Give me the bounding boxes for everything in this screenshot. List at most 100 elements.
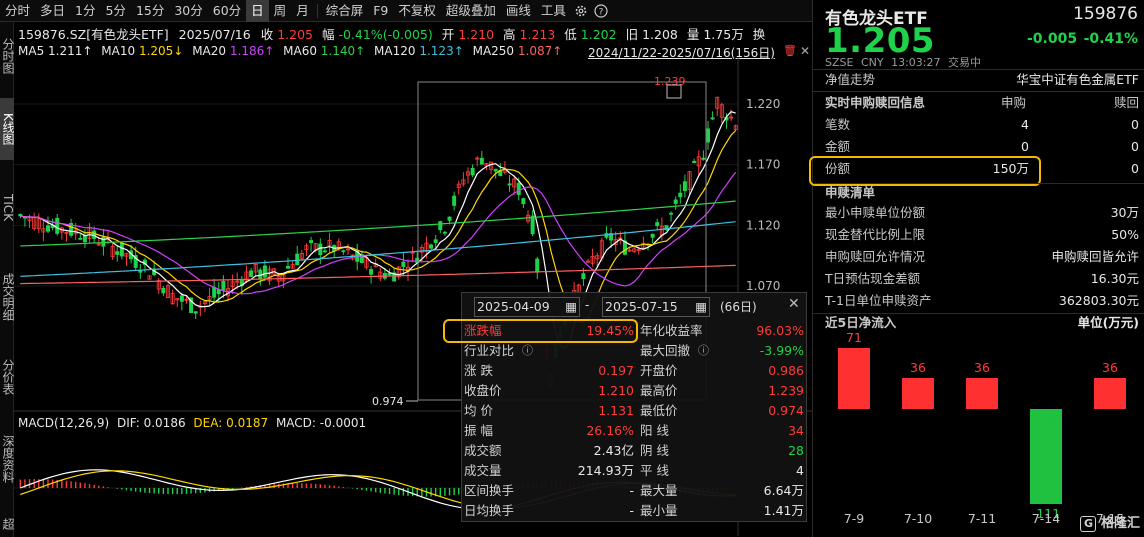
trading-status: 交易中 xyxy=(948,56,981,69)
dif-label: DIF: xyxy=(116,416,140,430)
row-value: 16.30元 xyxy=(1090,271,1139,286)
period-tab-30min[interactable]: 30分 xyxy=(169,0,207,22)
candle-body xyxy=(669,212,674,215)
nav-label: 净值走势 xyxy=(825,72,876,87)
stat-value: -3.99% xyxy=(759,343,804,358)
date-from-value: 2025-04-09 xyxy=(477,299,550,314)
period-tab-month[interactable]: 月 xyxy=(291,0,314,22)
redeem-value: 0 xyxy=(1131,139,1139,154)
stat-label: 最低价 xyxy=(640,403,678,418)
candle-body xyxy=(692,160,697,164)
stat-label: 日均换手 xyxy=(464,503,515,518)
calendar-icon[interactable]: ▦ xyxy=(565,298,577,316)
row-label: 最小申赎单位份额 xyxy=(825,205,926,220)
candle-body xyxy=(429,244,434,249)
candle-body xyxy=(78,237,83,240)
info-circle-icon[interactable]: ⓘ xyxy=(522,341,533,361)
close-icon[interactable]: ✕ xyxy=(800,44,810,58)
period-tab-duori[interactable]: 多日 xyxy=(35,0,70,22)
close-value: 1.205 xyxy=(277,27,313,42)
popup-stat-row: 成交额 2.43亿 xyxy=(464,441,634,461)
redeem-value: 0 xyxy=(1131,161,1139,176)
popup-stat-row: 均 价 1.131 xyxy=(464,401,634,421)
info-circle-icon[interactable]: ⓘ xyxy=(698,341,709,361)
redemption-list-row: T日预估现金差额 16.30元 xyxy=(813,268,1144,290)
candle-body xyxy=(521,198,526,205)
prev-label: 旧 xyxy=(625,27,639,42)
left-deep-data-tab[interactable]: 深度资料 xyxy=(0,420,15,498)
stat-value: 1.239 xyxy=(768,383,804,398)
stock-quote-line: 159876.SZ[有色龙头ETF] 2025/07/16 收 1.205 幅 … xyxy=(18,24,765,43)
high-value: 1.213 xyxy=(519,27,556,42)
popup-stat-row: 区间换手 - xyxy=(464,481,634,501)
popup-stat-row: 最低价 0.974 xyxy=(640,401,806,421)
period-tab-15min[interactable]: 15分 xyxy=(131,0,169,22)
popup-stat-row: 最大回撤 -3.99% ⓘ xyxy=(640,341,806,361)
popup-stat-row: 行业对比 ⓘ xyxy=(464,341,634,361)
help-icon[interactable]: ? xyxy=(591,0,611,22)
left-kline-tab[interactable]: K线图 xyxy=(0,98,15,160)
nav-trend-row[interactable]: 净值走势 华宝中证有色金属ETF xyxy=(813,69,1144,91)
toolbar-super-overlay-button[interactable]: 超级叠加 xyxy=(441,0,501,22)
dea-value: 0.0187 xyxy=(226,416,269,430)
delete-icon[interactable]: 🗑 xyxy=(783,44,797,58)
ma60-value: 1.140↑ xyxy=(320,44,366,58)
candle-body xyxy=(516,182,521,195)
toolbar-f9-button[interactable]: F9 xyxy=(368,0,393,22)
left-price-table-tab[interactable]: 分价表 xyxy=(0,348,15,406)
period-tab-1min[interactable]: 1分 xyxy=(70,0,100,22)
left-more-tab[interactable]: 超 xyxy=(0,510,15,537)
period-tab-60min[interactable]: 60分 xyxy=(208,0,246,22)
stat-value: 96.03% xyxy=(756,323,804,338)
candle-body xyxy=(46,225,51,232)
date-to-input[interactable]: 2025-07-15 ▦ xyxy=(602,297,710,317)
fund-change-pct: -0.41% xyxy=(1083,31,1138,47)
left-trade-detail-tab[interactable]: 成交明细 xyxy=(0,258,15,336)
toolbar-composite-screen-button[interactable]: 综合屏 xyxy=(321,0,369,22)
candle-body xyxy=(55,217,60,234)
redeem-value: 0 xyxy=(1131,117,1139,132)
row-value: 362803.30元 xyxy=(1058,293,1139,308)
candle-body xyxy=(433,239,438,243)
period-tab-day[interactable]: 日 xyxy=(246,0,269,22)
stat-label: 阴 线 xyxy=(640,443,669,458)
candle-body xyxy=(119,242,124,257)
fund-change: -0.005 xyxy=(1027,31,1078,47)
watermark: G 格隆汇 xyxy=(1080,512,1140,532)
date-from-input[interactable]: 2025-04-09 ▦ xyxy=(474,297,580,317)
toolbar-draw-line-button[interactable]: 画线 xyxy=(501,0,536,22)
settings-gear-icon[interactable] xyxy=(571,0,591,22)
subscribe-col-header: 申购 xyxy=(1001,95,1027,110)
popup-stat-row: 日均换手 - xyxy=(464,501,634,521)
left-tick-tab[interactable]: TICK xyxy=(0,170,15,246)
candle-body xyxy=(262,265,267,278)
period-tab-week[interactable]: 周 xyxy=(269,0,292,22)
interval-days: (66日) xyxy=(720,300,757,314)
popup-close-icon[interactable]: ✕ xyxy=(788,296,800,312)
toolbar-tools-button[interactable]: 工具 xyxy=(536,0,571,22)
ma-legend-line: MA5 1.211↑ MA10 1.205↓ MA20 1.186↑ MA60 … xyxy=(18,44,562,58)
candle-body xyxy=(179,295,184,302)
candle-body xyxy=(655,222,660,227)
candle-body xyxy=(447,216,452,221)
list-header: 申赎清单 xyxy=(825,185,876,200)
period-tab-fenshi[interactable]: 分时 xyxy=(0,0,35,22)
redemption-list-row: 申购赎回允许情况 申购赎回皆允许 xyxy=(813,246,1144,268)
left-fenshi-tab[interactable]: 分时图 xyxy=(0,26,15,86)
calendar-icon[interactable]: ▦ xyxy=(695,298,707,316)
candle-body xyxy=(401,261,406,267)
row-label: 笔数 xyxy=(825,117,851,132)
popup-stat-row: 成交量 214.93万 xyxy=(464,461,634,481)
candle-body xyxy=(493,168,498,172)
macd-legend: MACD(12,26,9) DIF: 0.0186 DEA: 0.0187 MA… xyxy=(18,416,366,430)
inflow-date: 7-14 xyxy=(1031,511,1061,526)
stat-label: 开盘价 xyxy=(640,363,678,378)
stat-label: 行业对比 xyxy=(464,343,515,358)
subscribe-value: 4 xyxy=(1021,117,1029,132)
candle-body xyxy=(452,195,457,206)
period-tab-5min[interactable]: 5分 xyxy=(100,0,130,22)
ma250-label: MA250 xyxy=(472,44,515,58)
stat-value: 214.93万 xyxy=(577,463,634,478)
toolbar-no-adjust-button[interactable]: 不复权 xyxy=(393,0,441,22)
stat-label: 收盘价 xyxy=(464,383,502,398)
